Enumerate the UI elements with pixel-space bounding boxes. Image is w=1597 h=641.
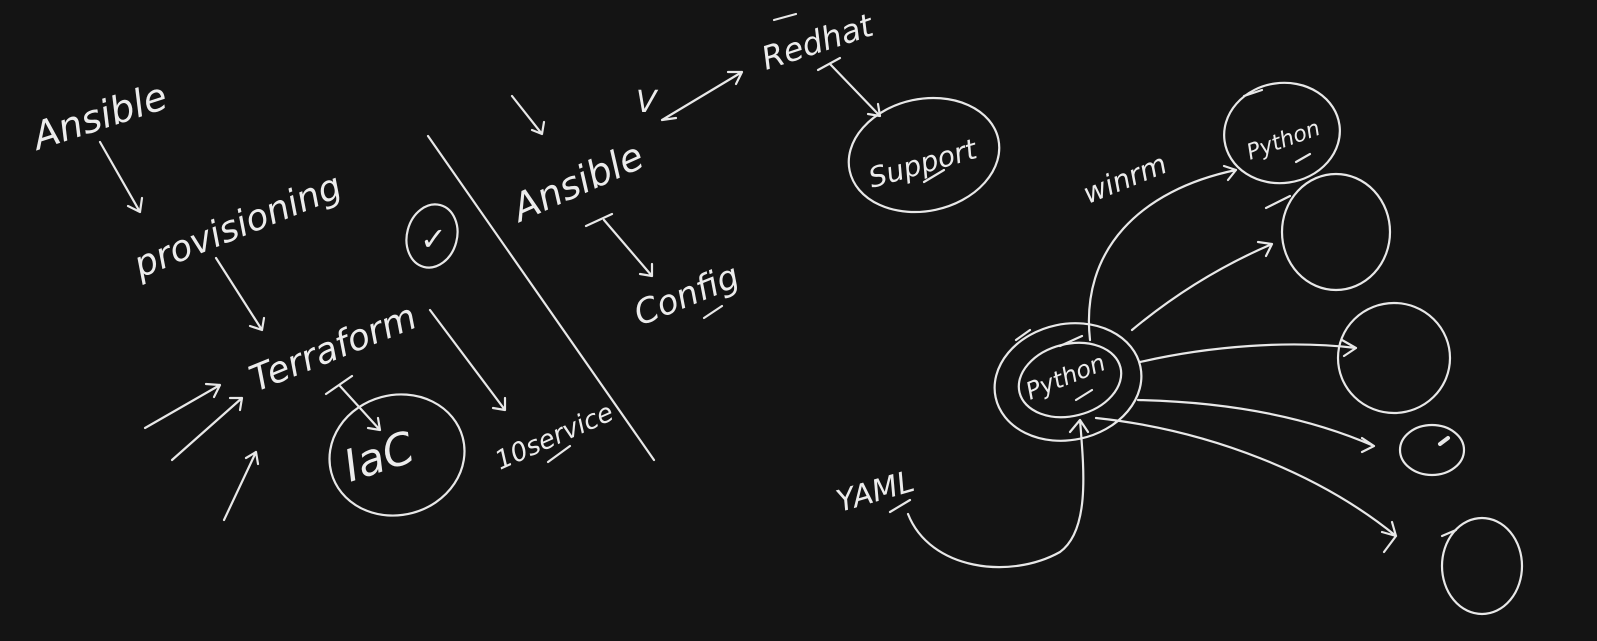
circle-target-2	[1280, 172, 1392, 292]
label-provisioning: provisioning	[127, 166, 348, 287]
circle-target-3	[1336, 301, 1452, 415]
arrow-python-to-target-2	[1130, 240, 1274, 332]
label-iac: IaC	[338, 422, 421, 492]
underline-redhat	[772, 12, 798, 22]
arrow-input-1	[143, 382, 222, 430]
mark-python-remote-bottom	[1294, 152, 1312, 164]
arrow-ansible-to-config	[584, 212, 654, 278]
mark-target-4	[1438, 436, 1450, 446]
arrow-python-to-target-5	[1094, 416, 1398, 554]
arrow-python-to-target-4	[1136, 398, 1376, 454]
arrow-input-3	[222, 450, 260, 522]
label-ansible-right: Ansible	[503, 134, 650, 232]
circle-target-5	[1440, 516, 1524, 616]
arrow-provisioning-to-terraform	[214, 256, 266, 332]
label-services: 10service	[491, 398, 619, 477]
label-python-remote: Python	[1244, 116, 1324, 166]
label-ansible-left: Ansible	[24, 74, 172, 160]
label-redhat: Redhat	[757, 6, 879, 78]
circle-target-4	[1398, 423, 1466, 477]
arrow-ansible-to-provisioning	[98, 140, 144, 214]
arrow-python-to-target-3	[1138, 338, 1358, 364]
label-yaml: YAML	[833, 464, 919, 519]
label-terraform: Terraform	[244, 296, 422, 400]
label-support: Support	[865, 132, 981, 195]
whiteboard-canvas: Ansible provisioning Terraform ✓ IaC 10s…	[0, 0, 1597, 641]
mark-python-center-bottom	[1074, 388, 1094, 402]
label-tick-ansible: V	[636, 85, 659, 120]
arrow-terraform-to-iac	[324, 374, 382, 432]
arrow-yaml-to-python	[906, 418, 1090, 569]
arrow-down-ansible	[510, 94, 546, 136]
whiteboard-drawing: Ansible provisioning Terraform ✓ IaC 10s…	[24, 6, 1524, 616]
arrow-redhat-to-support	[816, 56, 882, 118]
arrow-terraform-to-services	[428, 308, 507, 412]
label-tick-circle: ✓	[420, 220, 447, 258]
arrow-ansible-to-redhat	[660, 70, 744, 122]
